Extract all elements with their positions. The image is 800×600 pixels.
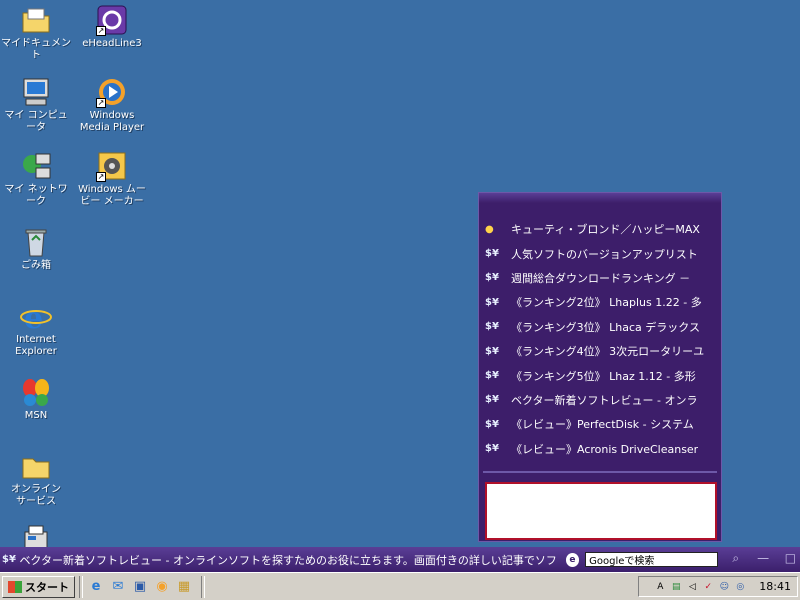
headline-item[interactable]: $¥ 週間総合ダウンロードランキング － xyxy=(479,266,721,290)
headline-item[interactable]: $¥ 《ランキング4位》 3次元ロータリーユ xyxy=(479,339,721,363)
vector-badge-icon: $¥ xyxy=(485,370,499,382)
desktop-icon-label: eHeadLine3 xyxy=(82,38,142,49)
desktop-icon-media-player[interactable]: ↗ Windows Media Player xyxy=(76,76,148,134)
headline-text: 《ランキング5位》 Lhaz 1.12 - 多形 xyxy=(511,369,696,383)
desktop-icon-movie-maker[interactable]: ↗ Windows ムー ビー メーカー xyxy=(76,150,148,208)
toggle-panel-icon[interactable]: □ xyxy=(781,551,800,569)
headline-item[interactable]: $¥ 《レビュー》Acronis DriveCleanser xyxy=(479,437,721,461)
network-tray-icon[interactable]: ▤ xyxy=(669,580,683,594)
desktop-icon-my-network[interactable]: マイ ネットワーク xyxy=(0,150,72,208)
vector-badge-icon: $¥ xyxy=(485,345,499,357)
antivirus-icon[interactable]: ✓ xyxy=(701,580,715,594)
media-player-icon: ↗ xyxy=(96,76,128,108)
ime-icon[interactable]: A xyxy=(653,580,667,594)
vector-badge-icon: $¥ xyxy=(485,272,499,284)
video-badge-icon: ● xyxy=(485,223,494,235)
taskbar: スタート e ✉ ▣ ◉ ▦ A ▤ ◁ ✓ ☺ ◎ 18:41 xyxy=(0,572,800,600)
eheadline-icon: ↗ xyxy=(96,4,128,36)
google-search-input[interactable] xyxy=(585,552,719,567)
recycle-bin-icon xyxy=(20,226,52,258)
headline-item[interactable]: ● キューティ・ブロンド／ハッピーMAX xyxy=(479,217,721,241)
headline-item[interactable]: $¥ 《ランキング2位》 Lhaplus 1.22 - 多 xyxy=(479,290,721,314)
start-button-label: スタート xyxy=(25,580,69,594)
my-documents-folder-icon xyxy=(20,4,52,36)
vector-badge-icon: $¥ xyxy=(485,321,499,333)
desktop-icon-label: マイドキュメント xyxy=(1,38,71,61)
desktop-icon-label: ごみ箱 xyxy=(21,260,51,271)
eheadline-logo-icon[interactable]: e xyxy=(565,552,580,567)
headline-text: ベクター新着ソフトレビュー - オンラ xyxy=(511,393,698,407)
desktop-icon-my-documents[interactable]: マイドキュメント xyxy=(0,4,72,62)
headline-item[interactable]: $¥ 《ランキング5位》 Lhaz 1.12 - 多形 xyxy=(479,363,721,387)
desktop-icon-label: Windows Media Player xyxy=(79,110,145,133)
desktop-icon-label: マイ コンピュータ xyxy=(4,110,68,133)
headline-list: ● キューティ・ブロンド／ハッピーMAX $¥ 人気ソフトのバージョンアップリスト … xyxy=(479,217,721,461)
vector-badge-icon: $¥ xyxy=(485,248,499,260)
headline-text: 人気ソフトのバージョンアップリスト xyxy=(511,247,698,261)
quicklaunch-movie-maker-icon[interactable]: ▦ xyxy=(175,578,193,596)
messenger-icon[interactable]: ☺ xyxy=(717,580,731,594)
desktop-icon-label: Internet Explorer xyxy=(15,334,57,357)
msn-butterfly-icon xyxy=(20,376,52,408)
online-services-folder-icon xyxy=(20,450,52,482)
headline-text: 週間総合ダウンロードランキング － xyxy=(511,271,691,285)
network-icon xyxy=(20,150,52,182)
shortcut-arrow-icon: ↗ xyxy=(96,98,106,108)
desktop-icon-internet-explorer[interactable]: e Internet Explorer xyxy=(0,300,72,358)
desktop-icon-online-services[interactable]: オンライン サービス xyxy=(0,450,72,508)
eheadline-panel: ● キューティ・ブロンド／ハッピーMAX $¥ 人気ソフトのバージョンアップリスト … xyxy=(478,192,722,542)
headline-text: 《ランキング2位》 Lhaplus 1.22 - 多 xyxy=(511,296,702,310)
system-tray: A ▤ ◁ ✓ ☺ ◎ 18:41 xyxy=(638,576,798,597)
windows-logo-icon xyxy=(8,580,22,593)
headline-text: 《ランキング4位》 3次元ロータリーユ xyxy=(511,345,705,359)
desktop-icon-recycle-bin[interactable]: ごみ箱 xyxy=(0,226,72,272)
svg-text:e: e xyxy=(24,301,43,332)
internet-explorer-icon: e xyxy=(20,300,52,336)
headline-ticker-bar: $¥ ベクター新着ソフトレビュー - オンラインソフトを探すためのお役に立ちます… xyxy=(0,547,800,572)
ticker-text[interactable]: ベクター新着ソフトレビュー - オンラインソフトを探すためのお役に立ちます。画面… xyxy=(17,552,559,568)
clock[interactable]: 18:41 xyxy=(759,580,791,593)
headline-text: 《レビュー》PerfectDisk - システム xyxy=(511,418,694,432)
panel-divider xyxy=(483,471,717,473)
movie-maker-icon: ↗ xyxy=(96,150,128,182)
quicklaunch-desktop-icon[interactable]: ▣ xyxy=(131,578,149,596)
desktop-icon-label: マイ ネットワーク xyxy=(4,184,68,207)
quicklaunch-outlook-icon[interactable]: ✉ xyxy=(109,578,127,596)
desktop-icon-label: Windows ムー ビー メーカー xyxy=(78,184,146,207)
eheadline-tray-icon[interactable]: ◎ xyxy=(733,580,747,594)
taskbar-separator xyxy=(201,575,205,598)
desktop-icon-eheadline3[interactable]: ↗ eHeadLine3 xyxy=(76,4,148,50)
vector-badge-icon: $¥ xyxy=(485,296,499,308)
headline-text: 《ランキング3位》 Lhaca デラックス xyxy=(511,320,700,334)
headline-text: 《レビュー》Acronis DriveCleanser xyxy=(511,442,699,456)
volume-icon[interactable]: ◁ xyxy=(685,580,699,594)
headline-item[interactable]: $¥ ベクター新着ソフトレビュー - オンラ xyxy=(479,388,721,412)
panel-title-bar[interactable] xyxy=(479,193,721,203)
vector-badge-icon: $¥ xyxy=(485,418,499,430)
headline-item[interactable]: $¥ 人気ソフトのバージョンアップリスト xyxy=(479,241,721,265)
shortcut-arrow-icon: ↗ xyxy=(96,26,106,36)
vector-badge-icon: $¥ xyxy=(485,443,499,455)
desktop-icon-label: オンライン サービス xyxy=(11,484,61,507)
vector-badge-icon: $¥ xyxy=(2,554,16,565)
search-icon[interactable]: ⌕ xyxy=(726,551,745,569)
headline-item[interactable]: $¥ 《レビュー》PerfectDisk - システム xyxy=(479,412,721,436)
desktop-icon-msn[interactable]: MSN xyxy=(0,376,72,422)
headline-item[interactable]: $¥ 《ランキング3位》 Lhaca デラックス xyxy=(479,315,721,339)
start-button[interactable]: スタート xyxy=(2,575,75,598)
shortcut-arrow-icon: ↗ xyxy=(96,172,106,182)
my-computer-icon xyxy=(20,76,52,108)
vector-badge-icon: $¥ xyxy=(485,394,499,406)
headline-text: キューティ・ブロンド／ハッピーMAX xyxy=(511,223,700,237)
desktop-icon-my-computer[interactable]: マイ コンピュータ xyxy=(0,76,72,134)
quicklaunch-internet-explorer-icon[interactable]: e xyxy=(87,578,105,596)
minimize-panel-icon[interactable]: — xyxy=(753,551,772,569)
desktop-icon-label: MSN xyxy=(24,410,48,421)
quicklaunch-media-player-icon[interactable]: ◉ xyxy=(153,578,171,596)
taskbar-separator xyxy=(79,575,83,598)
ad-banner-area[interactable] xyxy=(485,482,717,540)
